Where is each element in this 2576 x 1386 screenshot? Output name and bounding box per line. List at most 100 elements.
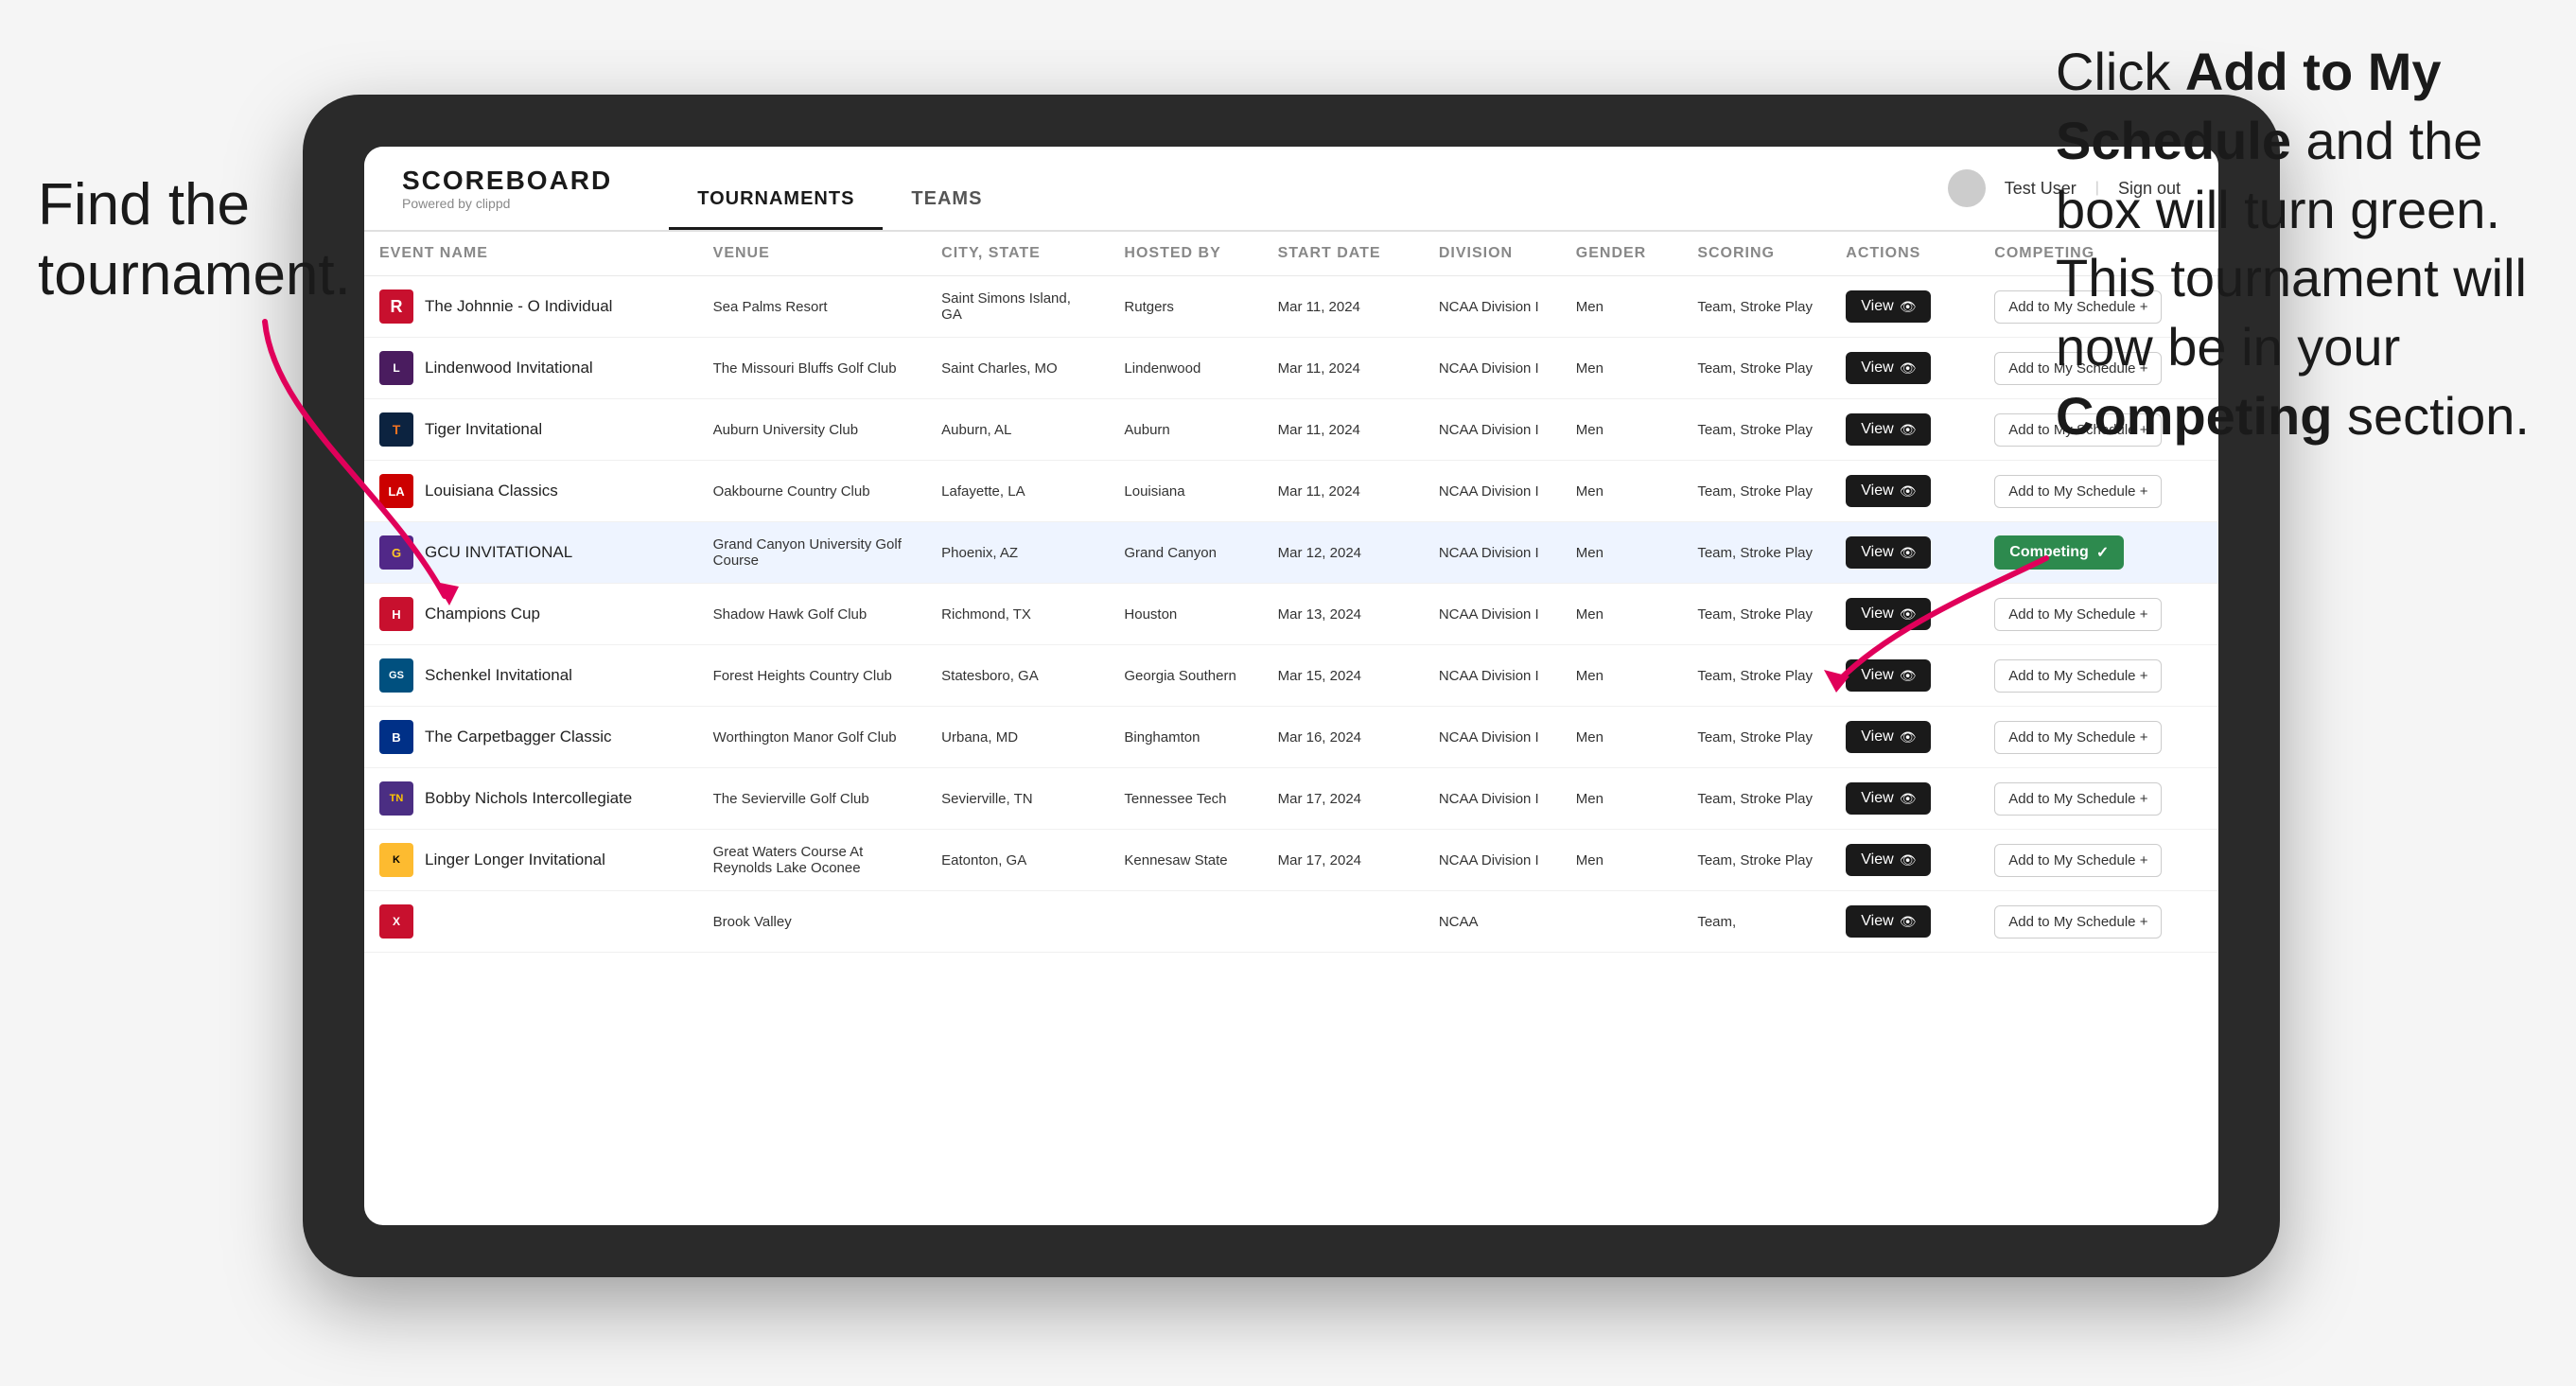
view-button[interactable]: View 👁 — [1846, 844, 1931, 876]
date-cell: Mar 11, 2024 — [1263, 338, 1424, 399]
view-button[interactable]: View 👁 — [1846, 413, 1931, 446]
event-name: Bobby Nichols Intercollegiate — [425, 789, 632, 808]
date-cell: Mar 12, 2024 — [1263, 522, 1424, 584]
actions-cell: View 👁 — [1831, 768, 1979, 830]
city-cell: Statesboro, GA — [926, 645, 1109, 707]
team-logo: K — [379, 843, 413, 877]
actions-cell: View 👁 — [1831, 399, 1979, 461]
check-icon: ✓ — [2096, 543, 2109, 562]
hosted-cell: Rutgers — [1109, 276, 1262, 338]
division-cell: NCAA — [1424, 891, 1561, 953]
add-to-schedule-button[interactable]: Add to My Schedule + — [1994, 475, 2162, 508]
division-cell: NCAA Division I — [1424, 830, 1561, 891]
col-header-city: CITY, STATE — [926, 232, 1109, 276]
division-cell: NCAA Division I — [1424, 707, 1561, 768]
division-cell: NCAA Division I — [1424, 522, 1561, 584]
hosted-cell: Tennessee Tech — [1109, 768, 1262, 830]
gender-cell — [1561, 891, 1683, 953]
scoring-cell: Team, Stroke Play — [1682, 707, 1831, 768]
scoring-cell: Team, Stroke Play — [1682, 461, 1831, 522]
add-to-schedule-button[interactable]: Add to My Schedule + — [1994, 721, 2162, 754]
view-button[interactable]: View 👁 — [1846, 721, 1931, 753]
competing-cell: Add to My Schedule + — [1979, 891, 2218, 953]
table-row: X Brook ValleyNCAATeam, View 👁 Add to My… — [364, 891, 2218, 953]
venue-cell: Grand Canyon University Golf Course — [698, 522, 927, 584]
add-to-schedule-button[interactable]: Add to My Schedule + — [1994, 905, 2162, 939]
date-cell: Mar 11, 2024 — [1263, 461, 1424, 522]
division-cell: NCAA Division I — [1424, 645, 1561, 707]
venue-cell: Sea Palms Resort — [698, 276, 927, 338]
hosted-cell: Binghamton — [1109, 707, 1262, 768]
scoring-cell: Team, Stroke Play — [1682, 830, 1831, 891]
gender-cell: Men — [1561, 584, 1683, 645]
date-cell: Mar 13, 2024 — [1263, 584, 1424, 645]
view-button[interactable]: View 👁 — [1846, 290, 1931, 323]
gender-cell: Men — [1561, 522, 1683, 584]
team-logo: GS — [379, 658, 413, 693]
team-logo: B — [379, 720, 413, 754]
table-row: R The Johnnie - O Individual Sea Palms R… — [364, 276, 2218, 338]
gender-cell: Men — [1561, 830, 1683, 891]
venue-cell: Forest Heights Country Club — [698, 645, 927, 707]
actions-cell: View 👁 — [1831, 830, 1979, 891]
gender-cell: Men — [1561, 707, 1683, 768]
view-button[interactable]: View 👁 — [1846, 782, 1931, 815]
eye-icon: 👁 — [1900, 791, 1917, 807]
event-name: Champions Cup — [425, 605, 540, 623]
date-cell: Mar 17, 2024 — [1263, 830, 1424, 891]
table-row: TN Bobby Nichols Intercollegiate The Sev… — [364, 768, 2218, 830]
scoring-cell: Team, Stroke Play — [1682, 645, 1831, 707]
division-cell: NCAA Division I — [1424, 768, 1561, 830]
venue-cell: Great Waters Course At Reynolds Lake Oco… — [698, 830, 927, 891]
eye-icon: 👁 — [1900, 422, 1917, 438]
logo-area: SCOREBOARD Powered by clippd — [402, 166, 612, 211]
col-header-scoring: SCORING — [1682, 232, 1831, 276]
hosted-cell: Grand Canyon — [1109, 522, 1262, 584]
view-button[interactable]: View 👁 — [1846, 352, 1931, 384]
actions-cell: View 👁 — [1831, 276, 1979, 338]
event-name-cell: TN Bobby Nichols Intercollegiate — [364, 768, 698, 830]
city-cell: Richmond, TX — [926, 584, 1109, 645]
date-cell: Mar 16, 2024 — [1263, 707, 1424, 768]
hosted-cell — [1109, 891, 1262, 953]
city-cell: Sevierville, TN — [926, 768, 1109, 830]
division-cell: NCAA Division I — [1424, 584, 1561, 645]
app-header: SCOREBOARD Powered by clippd TOURNAMENTS… — [364, 147, 2218, 232]
instruction-right: Click Add to My Schedule and the box wil… — [2056, 38, 2548, 451]
gender-cell: Men — [1561, 338, 1683, 399]
scoring-cell: Team, Stroke Play — [1682, 522, 1831, 584]
city-cell: Eatonton, GA — [926, 830, 1109, 891]
date-cell: Mar 15, 2024 — [1263, 645, 1424, 707]
eye-icon: 👁 — [1900, 914, 1917, 930]
competing-cell: Add to My Schedule + — [1979, 830, 2218, 891]
scoring-cell: Team, Stroke Play — [1682, 768, 1831, 830]
add-to-schedule-button[interactable]: Add to My Schedule + — [1994, 844, 2162, 877]
view-button[interactable]: View 👁 — [1846, 475, 1931, 507]
team-logo: TN — [379, 781, 413, 816]
scoring-cell: Team, Stroke Play — [1682, 399, 1831, 461]
arrow-left — [218, 303, 464, 605]
col-header-hosted: HOSTED BY — [1109, 232, 1262, 276]
view-button[interactable]: View 👁 — [1846, 905, 1931, 938]
app-logo: SCOREBOARD — [402, 166, 612, 196]
event-name: Linger Longer Invitational — [425, 851, 605, 869]
date-cell: Mar 11, 2024 — [1263, 276, 1424, 338]
tab-tournaments[interactable]: TOURNAMENTS — [669, 188, 883, 230]
date-cell: Mar 17, 2024 — [1263, 768, 1424, 830]
scoring-cell: Team, Stroke Play — [1682, 584, 1831, 645]
gender-cell: Men — [1561, 461, 1683, 522]
table-container: EVENT NAME VENUE CITY, STATE HOSTED BY S… — [364, 232, 2218, 1225]
col-header-event: EVENT NAME — [364, 232, 698, 276]
hosted-cell: Auburn — [1109, 399, 1262, 461]
arrow-right — [1819, 530, 2065, 719]
division-cell: NCAA Division I — [1424, 399, 1561, 461]
event-name: Schenkel Invitational — [425, 666, 572, 685]
hosted-cell: Lindenwood — [1109, 338, 1262, 399]
add-to-schedule-button[interactable]: Add to My Schedule + — [1994, 782, 2162, 816]
tab-teams[interactable]: TEAMS — [883, 188, 1010, 230]
actions-cell: View 👁 — [1831, 891, 1979, 953]
table-row: LA Louisiana Classics Oakbourne Country … — [364, 461, 2218, 522]
nav-tabs: TOURNAMENTS TEAMS — [669, 147, 1010, 230]
scoring-cell: Team, Stroke Play — [1682, 276, 1831, 338]
division-cell: NCAA Division I — [1424, 461, 1561, 522]
